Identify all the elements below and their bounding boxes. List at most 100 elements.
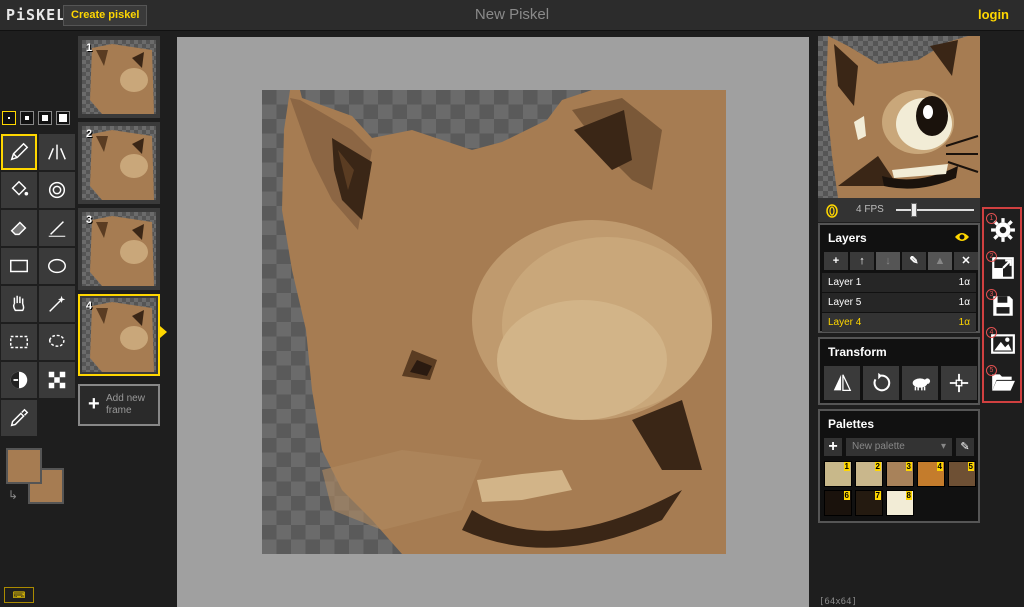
center-button[interactable] [941,366,977,400]
palette-swatch[interactable]: 2 [855,461,883,487]
selected-frame-arrow [160,326,167,338]
pen-size-4[interactable] [56,111,70,125]
palette-swatch[interactable]: 7 [855,490,883,516]
primary-color[interactable] [6,448,42,484]
move-layer-down-button[interactable]: ↓ [876,252,900,270]
pen-size-1[interactable] [2,111,16,125]
frame-item[interactable]: 2 [78,122,160,204]
export-button[interactable]: 4 [986,327,1020,361]
pen-size-selector [2,111,70,125]
layers-title: Layers [828,231,867,245]
add-layer-button[interactable]: + [824,252,848,270]
color-picker-tool[interactable] [1,400,37,436]
frame-item-selected[interactable]: 4 [78,294,167,376]
resize-badge: 2 [986,251,997,262]
paint-all-same-color-tool[interactable] [39,172,75,208]
save-badge: 3 [986,289,997,300]
fps-slider-thumb[interactable] [911,203,917,217]
magic-wand-icon [49,295,66,312]
chevron-down-icon: ▾ [940,441,946,452]
paint-bucket-tool[interactable] [1,172,37,208]
delete-layer-button[interactable]: ✕ [954,252,978,270]
palette-swatch[interactable]: 4 [917,461,945,487]
layers-panel: Layers + ↑ ↓ ✎ ▲ ✕ Layer 1 1α Layer 5 1α… [818,223,980,333]
layer-item[interactable]: Layer 1 1α [822,273,976,292]
export-badge: 4 [986,327,997,338]
keyboard-shortcuts-icon[interactable]: ⌨ [4,587,34,603]
layer-alpha[interactable]: 1α [959,297,970,308]
lasso-selection-tool[interactable] [39,324,75,360]
animation-preview[interactable] [818,36,980,198]
eye-icon[interactable] [954,231,970,243]
fps-slider[interactable] [896,209,974,211]
stroke-tool[interactable] [39,210,75,246]
swap-colors-icon[interactable]: ↳ [8,488,18,502]
palette-swatch[interactable]: 5 [948,461,976,487]
checker-icon [48,371,66,389]
layer-alpha[interactable]: 1α [959,317,970,328]
color-selector: ↳ [6,448,66,508]
flip-icon [833,374,852,391]
frame-item[interactable]: 1 [78,36,160,118]
tools-palette [0,133,76,437]
fps-control: 4 FPS [818,198,980,222]
drawing-canvas[interactable] [262,90,726,554]
lighten-icon [10,371,28,389]
settings-column: 1 2 3 4 5 [982,207,1022,403]
add-frame-button[interactable]: + Add new frame [78,384,160,426]
hand-icon [12,295,25,312]
palettes-title: Palettes [828,417,875,431]
swatch-number: 2 [874,462,881,471]
swatch-number: 1 [843,462,850,471]
merge-layer-button[interactable]: ▲ [928,252,952,270]
frame-thumbnail [82,126,156,200]
palette-swatch[interactable]: 8 [886,490,914,516]
settings-button[interactable]: 1 [986,213,1020,247]
palette-swatch[interactable]: 1 [824,461,852,487]
frame-item[interactable]: 3 [78,208,160,290]
swatch-number: 8 [905,491,912,500]
layer-item[interactable]: Layer 5 1α [822,293,976,312]
swatch-number: 5 [967,462,974,471]
resize-button[interactable]: 2 [986,251,1020,285]
login-link[interactable]: login [978,7,1009,22]
swatch-number: 3 [905,462,912,471]
pen-tool[interactable] [1,134,37,170]
dithering-tool[interactable] [39,362,75,398]
layer-name: Layer 5 [828,297,862,308]
import-button[interactable]: 5 [986,365,1020,399]
move-layer-up-button[interactable]: ↑ [850,252,874,270]
create-palette-button[interactable]: + [824,438,842,456]
save-button[interactable]: 3 [986,289,1020,323]
palette-swatch[interactable]: 6 [824,490,852,516]
pen-size-2[interactable] [20,111,34,125]
document-title[interactable]: New Piskel [0,6,1024,23]
edit-palette-button[interactable]: ✎ [956,438,974,456]
layer-item-selected[interactable]: Layer 4 1α [822,313,976,332]
rectangle-tool[interactable] [1,248,37,284]
flip-button[interactable] [824,366,860,400]
center-icon [949,373,969,393]
spiral-bucket-icon [48,181,66,199]
eraser-tool[interactable] [1,210,37,246]
edit-layer-button[interactable]: ✎ [902,252,926,270]
dashed-rect-icon [10,335,28,349]
rectangle-selection-tool[interactable] [1,324,37,360]
palette-select[interactable]: New palette ▾ [846,438,952,456]
layer-alpha[interactable]: 1α [959,277,970,288]
clone-button[interactable] [902,366,938,400]
circle-tool[interactable] [39,248,75,284]
pen-size-3[interactable] [38,111,52,125]
cat-pixel-art [282,90,726,554]
top-bar: PiSKEL Create piskel New Piskel login [0,0,1024,31]
onion-skin-icon[interactable] [824,202,840,218]
rotate-button[interactable] [863,366,899,400]
layer-name: Layer 1 [828,277,862,288]
sheep-icon [912,378,931,391]
lighten-tool[interactable] [1,362,37,398]
lasso-icon [48,334,65,347]
move-tool[interactable] [1,286,37,322]
shape-selection-tool[interactable] [39,286,75,322]
palette-swatch[interactable]: 3 [886,461,914,487]
vertical-mirror-pen-tool[interactable] [39,134,75,170]
